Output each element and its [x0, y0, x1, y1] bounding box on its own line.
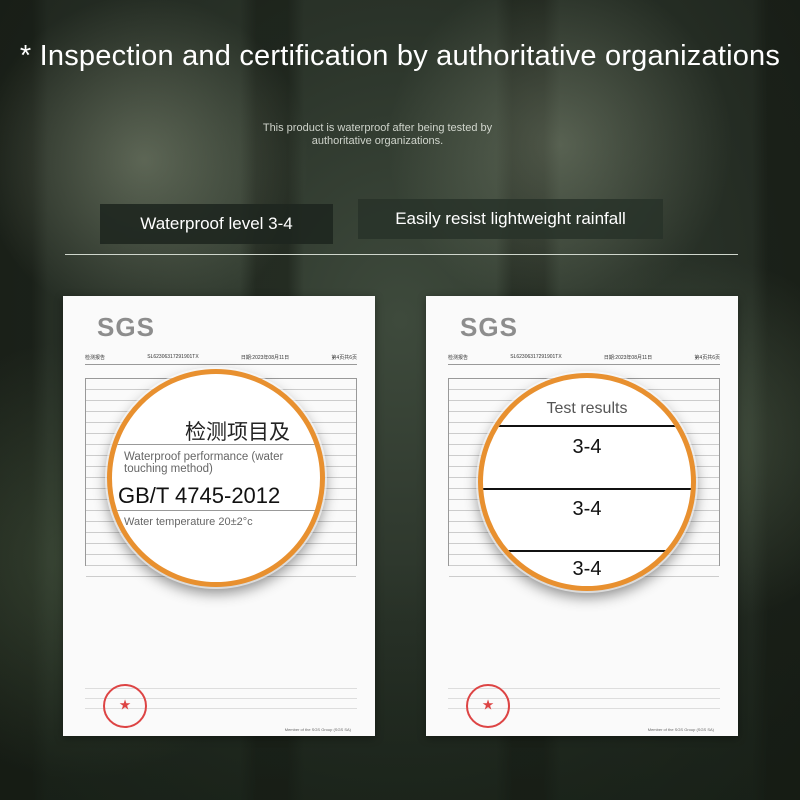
report-page: 第4页共6页: [694, 355, 720, 361]
table-rule: [483, 425, 691, 427]
table-rule: [112, 444, 320, 445]
table-rule: [483, 488, 691, 490]
divider-line: [65, 254, 738, 255]
test-standard: GB/T 4745-2012: [118, 483, 281, 508]
certification-stamp: [103, 684, 147, 728]
report-number: SL62306317291901TX: [147, 354, 199, 360]
sgs-member-text: Member of the SGS Group (SGS SA): [284, 727, 351, 732]
report-meta: 检测报告 SL62306317291901TX 日期:2023年08月11日 第…: [448, 354, 720, 365]
report-page: 第4页共6页: [331, 355, 357, 361]
table-rule: [483, 550, 691, 552]
report-meta: 检测报告 SL62306317291901TX 日期:2023年08月11日 第…: [85, 354, 357, 365]
chinese-header: 检测项目及: [185, 420, 290, 444]
subtitle-text: This product is waterproof after being t…: [262, 122, 493, 147]
magnifier-left: 检测项目及 Waterproof performance (water touc…: [107, 369, 325, 587]
report-label: 检测报告: [448, 355, 469, 361]
result-value: 3-4: [572, 436, 602, 458]
report-date: 日期:2023年08月11日: [603, 355, 653, 361]
performance-label: Waterproof performance (water touching m…: [124, 451, 284, 475]
sgs-logo: SGS: [460, 312, 518, 342]
report-label: 检测报告: [85, 355, 106, 361]
results-header: Test results: [546, 400, 628, 417]
result-value: 3-4: [572, 498, 602, 520]
certification-stamp: [466, 684, 510, 728]
page-headline: * Inspection and certification by author…: [19, 40, 781, 72]
sgs-logo: SGS: [97, 312, 155, 342]
report-date: 日期:2023年08月11日: [240, 355, 290, 361]
table-rule: [112, 510, 320, 511]
water-temperature: Water temperature 20±2°c: [124, 516, 253, 528]
waterproof-level-badge: Waterproof level 3-4: [100, 204, 333, 244]
rainfall-badge: Easily resist lightweight rainfall: [358, 199, 663, 239]
report-number: SL62306317291901TX: [510, 354, 562, 360]
sgs-member-text: Member of the SGS Group (SGS SA): [647, 727, 714, 732]
magnifier-right: Test results 3-4 3-4 3-4: [478, 373, 696, 591]
result-value: 3-4: [572, 558, 602, 580]
